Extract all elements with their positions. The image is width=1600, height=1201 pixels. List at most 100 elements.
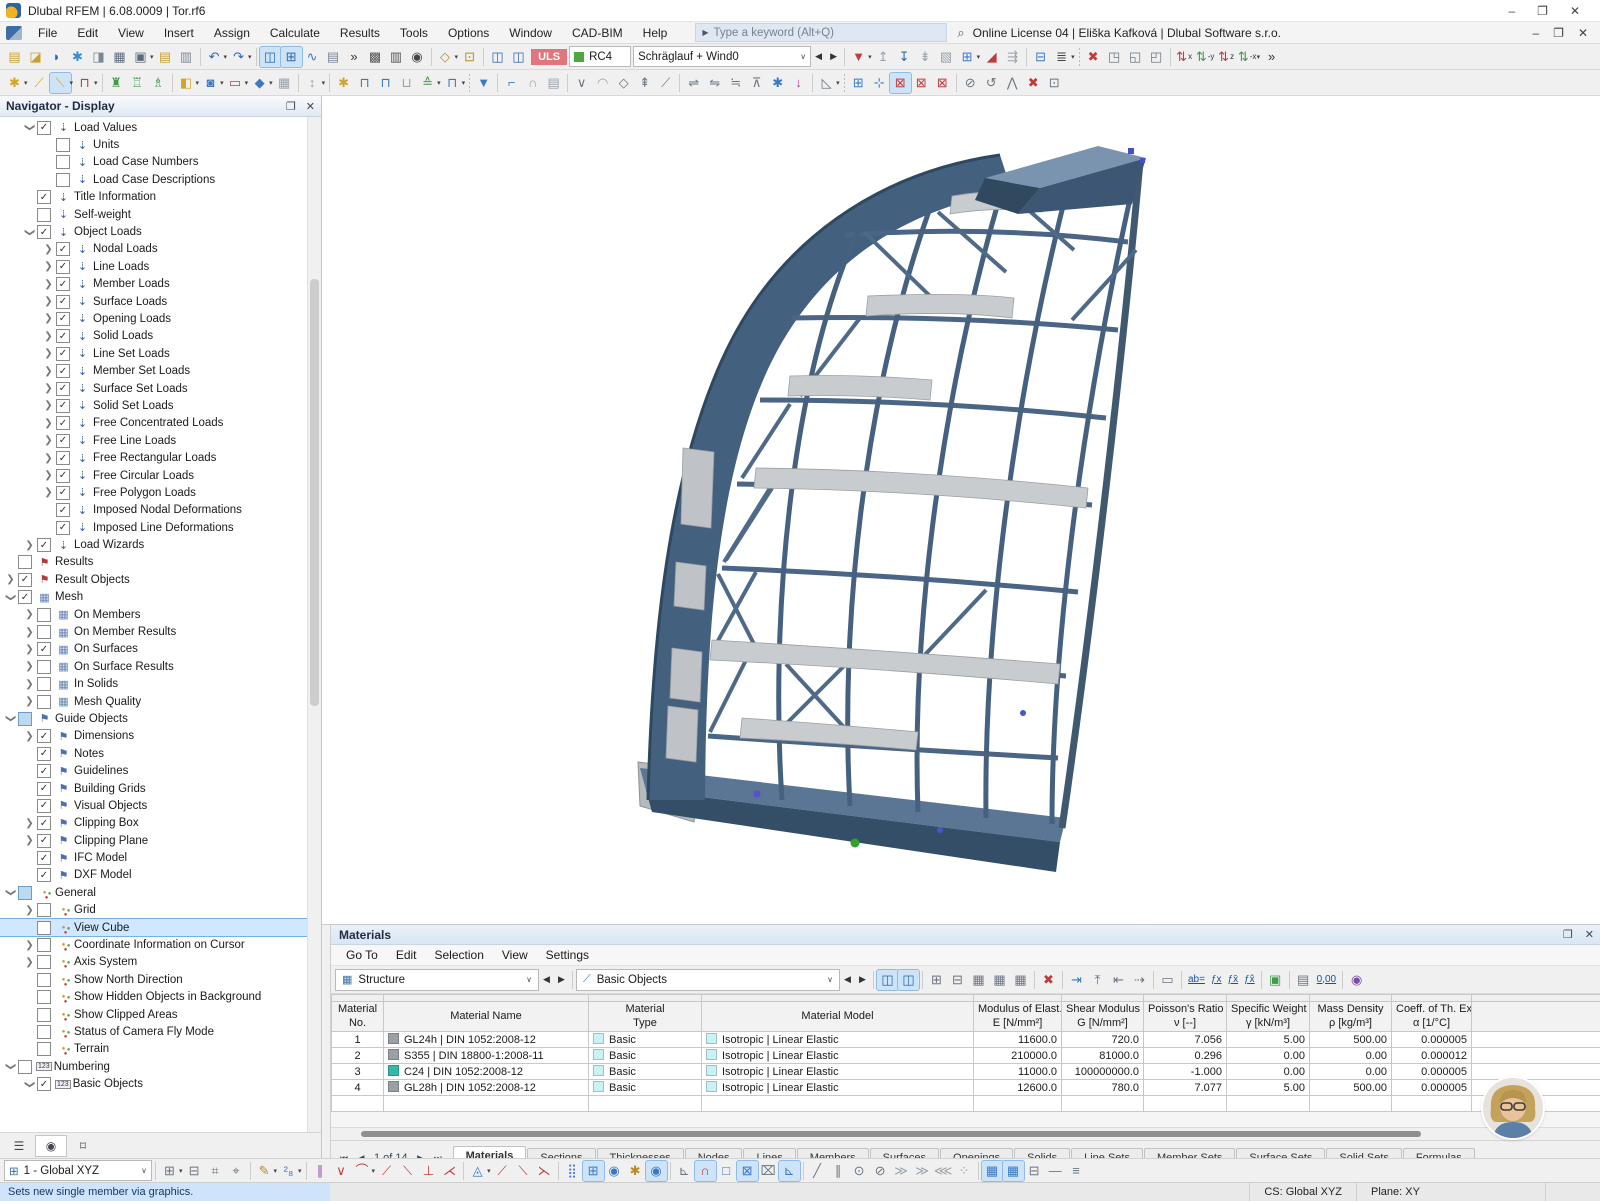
visibility-checkbox[interactable] [37,677,51,691]
dropdown-caret-icon[interactable]: ▾ [868,53,872,61]
opening-tool-icon[interactable]: ▭ [225,73,246,93]
navigator-close-icon[interactable]: ✕ [306,100,315,113]
window-maximize-button[interactable]: ❐ [1537,4,1548,18]
tree-item-basic-objects[interactable]: ❯✓123Basic Objects [0,1075,308,1092]
expander-open-icon[interactable]: ❯ [5,712,16,725]
visibility-checkbox[interactable]: ✓ [37,782,51,796]
grid-member-icon[interactable]: ⊓ [442,73,463,93]
visibility-checkbox[interactable]: ✓ [18,573,32,587]
curve-icon[interactable]: ◠ [592,73,613,93]
visibility-checkbox[interactable]: ✓ [56,312,70,326]
visibility-checkbox[interactable]: ✓ [56,469,70,483]
dropdown-caret-icon[interactable]: ▾ [1257,53,1261,61]
visibility-checkbox[interactable] [37,973,51,987]
material-row-1[interactable]: 1GL24h | DIN 1052:2008-12BasicIsotropic … [332,1032,1600,1048]
menu-cad-bim[interactable]: CAD-BIM [562,24,633,42]
expander-open-icon[interactable]: ❯ [5,886,16,899]
expander-closed-icon[interactable]: ❯ [23,731,36,742]
tree-item-load-case-descriptions[interactable]: ⇣Load Case Descriptions [0,171,308,188]
visibility-checkbox[interactable]: ✓ [56,486,70,500]
minus-icon[interactable]: — [1045,1161,1066,1181]
dlubal-center-icon[interactable]: ◗ [46,47,67,67]
menu-file[interactable]: File [28,24,67,42]
tree-item-on-members[interactable]: ❯▦On Members [0,606,308,623]
view-z-icon[interactable]: ⇅z [1216,47,1237,67]
tree-item-result-objects[interactable]: ❯✓⚑Result Objects [0,571,308,588]
connect-icon[interactable]: ✱ [767,73,788,93]
empty-cell-icon[interactable]: ▭ [1157,970,1178,990]
dropdown-caret-icon[interactable]: ▾ [179,1167,183,1175]
materials-undock-icon[interactable]: ❐ [1563,928,1573,941]
coordinate-system-combo[interactable]: ⊞ 1 - Global XYZ ∨ [4,1160,152,1181]
search-input[interactable]: ▶ Type a keyword (Alt+Q) [695,23,947,42]
menu-options[interactable]: Options [438,24,499,42]
expander-closed-icon[interactable]: ❯ [23,905,36,916]
snap-center-icon[interactable]: ◉ [646,1161,667,1181]
visibility-checkbox[interactable]: ✓ [37,1077,51,1091]
visibility-checkbox[interactable]: ✓ [37,851,51,865]
solid-load-icon[interactable]: ▧ [936,47,957,67]
tree-item-member-loads[interactable]: ❯✓⇣Member Loads [0,276,308,293]
tree-item-units[interactable]: ⇣Units [0,136,308,153]
visibility-checkbox[interactable]: ✓ [56,295,70,309]
tree-item-on-surface-results[interactable]: ❯▦On Surface Results [0,658,308,675]
tree-item-load-values[interactable]: ❯✓⇣Load Values [0,119,308,136]
expander-closed-icon[interactable]: ❯ [42,279,55,290]
navigator-scrollbar[interactable] [307,117,321,1132]
dropdown-caret-icon[interactable]: ▾ [322,79,326,87]
table-category-prev-button[interactable]: ◀ [840,970,855,989]
visibility-checkbox[interactable] [18,886,32,900]
tree-item-view-cube[interactable]: ●View Cube [0,919,308,936]
visibility-checkbox[interactable]: ✓ [37,538,51,552]
guide-line-icon[interactable]: ⟋ [492,1161,513,1181]
sync-view-icon[interactable]: ◫ [898,970,919,990]
rotate-icon[interactable]: ⊘ [960,73,981,93]
expander-closed-icon[interactable]: ❯ [23,835,36,846]
save-icon[interactable]: ▦ [109,47,130,67]
visibility-checkbox[interactable]: ✓ [37,816,51,830]
expander-open-icon[interactable]: ❯ [5,591,16,604]
expander-closed-icon[interactable]: ❯ [42,366,55,377]
dropdown-caret-icon[interactable]: ▾ [245,79,249,87]
expander-closed-icon[interactable]: ❯ [23,696,36,707]
work-plane-yz-icon[interactable]: ⊟ [184,1161,205,1181]
dropdown-caret-icon[interactable]: ▾ [224,53,228,61]
select-cross-icon[interactable]: ⊠ [737,1161,758,1181]
view-minus-y-icon[interactable]: ⇅-y [1195,47,1216,67]
magnet-icon[interactable]: ∩ [695,1161,716,1181]
window-close-button[interactable]: ✕ [1570,4,1580,18]
member-tool-icon[interactable]: ⟍ [50,73,71,93]
visibility-checkbox[interactable] [37,955,51,969]
grid-toggle2-icon[interactable]: ▦ [1003,1161,1024,1181]
guide-angle-icon[interactable]: ◬ [467,1161,488,1181]
tree-item-notes[interactable]: ✓⚑Notes [0,745,308,762]
toolbar-overflow-icon[interactable]: » [1261,47,1282,67]
diagram-icon[interactable]: ∿ [302,47,323,67]
dropdown-caret-icon[interactable]: ▾ [455,53,459,61]
window-minimize-button[interactable]: – [1508,4,1515,18]
visibility-checkbox[interactable]: ✓ [56,347,70,361]
tree-item-solid-set-loads[interactable]: ❯✓⇣Solid Set Loads [0,397,308,414]
tree-item-general[interactable]: ❯●General [0,884,308,901]
corner-icon[interactable]: ⌐ [501,73,522,93]
expander-closed-icon[interactable]: ❯ [42,261,55,272]
select-plane-icon[interactable]: ⊾ [779,1161,800,1181]
move-down-icon[interactable]: ⇢ [1129,970,1150,990]
arrow2-icon[interactable]: ≫ [912,1161,933,1181]
column-header--kg-m-[interactable]: Mass Densityρ [kg/m³] [1310,1002,1392,1032]
grid-toggle-icon[interactable]: ▦ [982,1161,1003,1181]
line-support-icon[interactable]: ♖ [127,73,148,93]
child-minimize-button[interactable]: – [1532,26,1539,40]
slash-icon[interactable]: ⟋ [655,73,676,93]
result-diagram-icon[interactable]: ◢ [981,47,1002,67]
frame-tool-icon[interactable]: ⊓ [354,73,375,93]
work-plane-3-icon[interactable]: ⊠ [932,73,953,93]
save-view-icon[interactable]: ⊟ [1030,47,1051,67]
solid-tool-icon[interactable]: ◙ [200,73,221,93]
expander-closed-icon[interactable]: ❯ [23,627,36,638]
pen-icon[interactable]: ✎ [254,1161,275,1181]
iso-view-3-icon[interactable]: ◰ [1146,47,1167,67]
cube-icon[interactable]: ◇ [613,73,634,93]
dots-icon[interactable]: ⁘ [954,1161,975,1181]
tree-item-load-case-numbers[interactable]: ⇣Load Case Numbers [0,154,308,171]
